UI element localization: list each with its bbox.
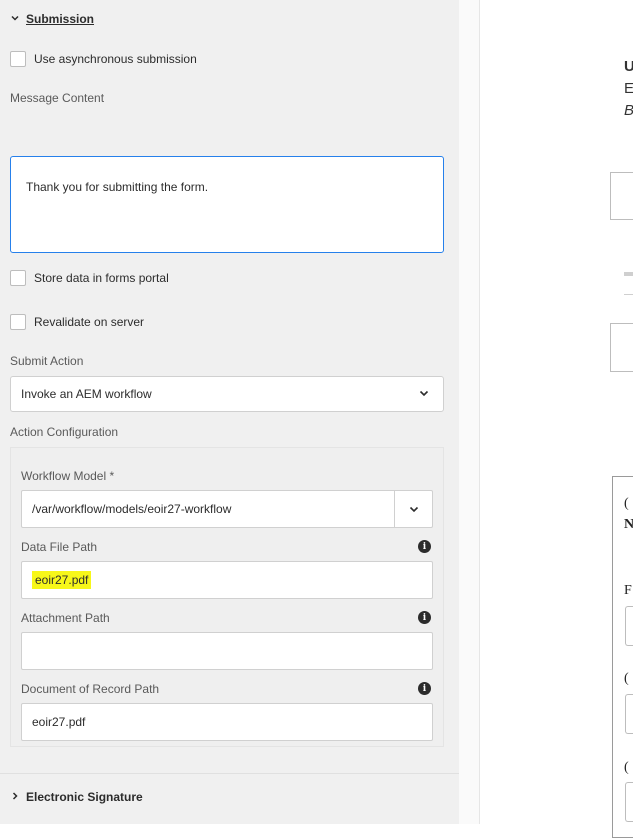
message-content-label: Message Content [10, 91, 105, 105]
preview-text: E [624, 80, 633, 97]
preview-input[interactable] [625, 782, 633, 822]
attachment-path-label: Attachment Path [21, 611, 110, 625]
chevron-down-icon [10, 13, 20, 26]
preview-text: U [624, 58, 633, 75]
store-data-option[interactable]: Store data in forms portal [10, 270, 169, 286]
submission-section-header[interactable]: Submission [10, 12, 94, 26]
document-of-record-path-input[interactable]: eoir27.pdf [21, 703, 433, 741]
async-submission-label: Use asynchronous submission [34, 52, 197, 66]
preview-text: N [624, 517, 633, 532]
preview-field[interactable] [610, 323, 633, 372]
submission-title: Submission [26, 12, 95, 26]
preview-field[interactable] [610, 172, 633, 220]
data-file-path-value: eoir27.pdf [32, 571, 92, 589]
properties-panel: Submission Use asynchronous submission M… [0, 0, 459, 824]
submit-action-value: Invoke an AEM workflow [21, 387, 152, 401]
async-submission-option[interactable]: Use asynchronous submission [10, 51, 197, 67]
workflow-model-value[interactable]: /var/workflow/models/eoir27-workflow [22, 491, 394, 527]
chevron-right-icon [10, 791, 20, 804]
info-icon[interactable]: i [418, 540, 431, 553]
preview-input[interactable] [625, 694, 633, 734]
revalidate-checkbox[interactable] [10, 314, 26, 330]
data-file-path-input[interactable]: eoir27.pdf [21, 561, 433, 599]
electronic-signature-section-header[interactable]: Electronic Signature [10, 790, 143, 804]
message-content-textarea[interactable]: Thank you for submitting the form. [10, 156, 444, 253]
chevron-down-icon [417, 386, 431, 403]
info-icon[interactable]: i [418, 682, 431, 695]
section-divider [0, 773, 459, 774]
workflow-model-dropdown-button[interactable] [394, 491, 432, 527]
preview-input[interactable] [625, 606, 633, 646]
data-file-path-label: Data File Path [21, 540, 98, 554]
info-icon[interactable]: i [418, 611, 431, 624]
preview-text: B [624, 102, 633, 119]
preview-text: ( [624, 760, 629, 775]
submit-action-dropdown[interactable]: Invoke an AEM workflow [10, 376, 444, 412]
attachment-path-input[interactable] [21, 632, 433, 670]
store-data-label: Store data in forms portal [34, 271, 169, 285]
panel-splitter[interactable] [459, 0, 480, 824]
submit-action-label: Submit Action [10, 354, 84, 368]
async-submission-checkbox[interactable] [10, 51, 26, 67]
electronic-signature-title: Electronic Signature [26, 790, 143, 804]
store-data-checkbox[interactable] [10, 270, 26, 286]
document-of-record-path-label: Document of Record Path [21, 682, 160, 696]
revalidate-option[interactable]: Revalidate on server [10, 314, 144, 330]
preview-divider [624, 272, 633, 276]
preview-text: F [624, 583, 632, 598]
preview-text: ( [624, 671, 629, 686]
workflow-model-combobox[interactable]: /var/workflow/models/eoir27-workflow [21, 490, 433, 528]
chevron-down-icon [409, 506, 418, 513]
action-configuration-label: Action Configuration [10, 425, 119, 439]
workflow-model-label: Workflow Model * [21, 469, 115, 483]
preview-text: ( [624, 496, 629, 511]
revalidate-label: Revalidate on server [34, 315, 145, 329]
preview-divider [624, 294, 633, 295]
